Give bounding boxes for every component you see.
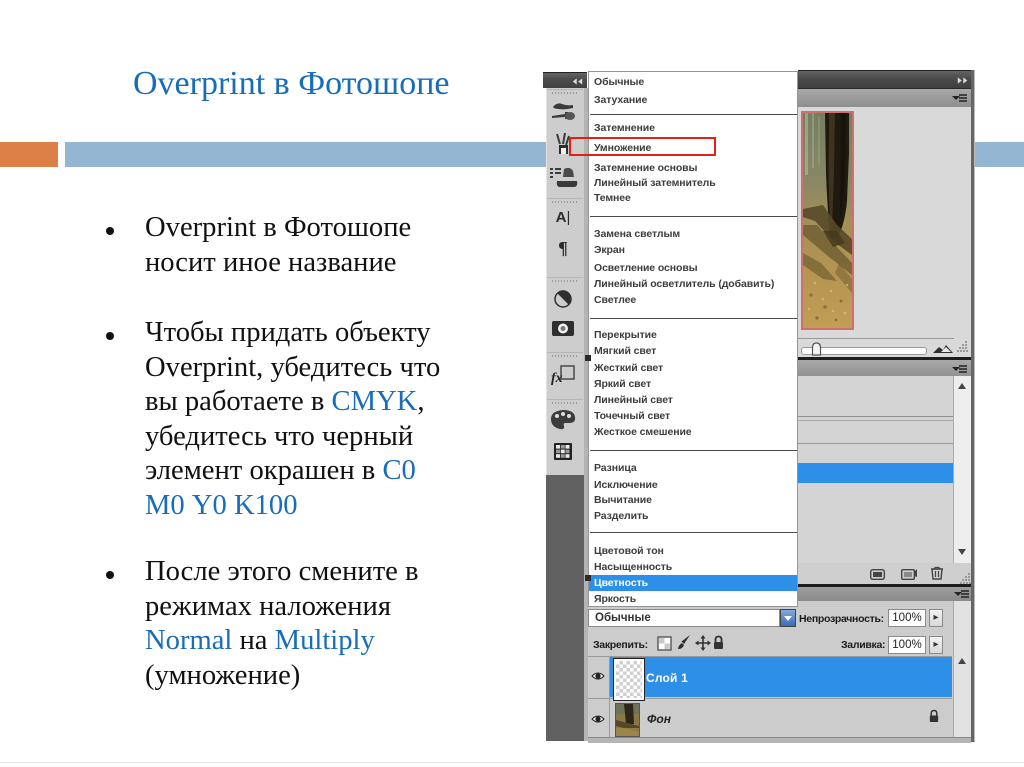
svg-text:fx: fx bbox=[551, 371, 563, 386]
